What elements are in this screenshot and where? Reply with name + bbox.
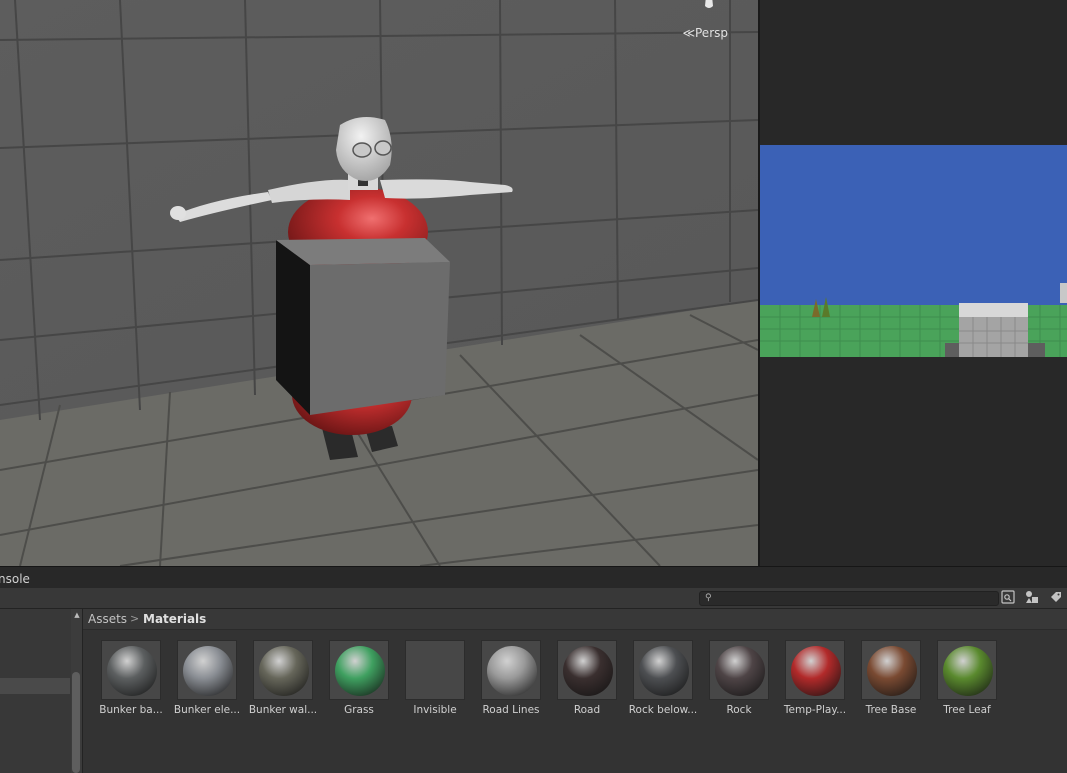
material-preview-sphere (487, 646, 537, 696)
material-preview-sphere (867, 646, 917, 696)
project-toolbar: ⚲ (0, 588, 1067, 609)
material-item[interactable]: Invisible (397, 640, 473, 722)
material-thumbnail[interactable] (861, 640, 921, 700)
material-preview-sphere (943, 646, 993, 696)
material-preview-sphere (107, 646, 157, 696)
material-label: Road Lines (482, 704, 540, 716)
breadcrumb-assets[interactable]: Assets (88, 609, 127, 629)
material-label: Invisible (413, 704, 457, 716)
material-item[interactable]: Road Lines (473, 640, 549, 722)
breadcrumb-materials[interactable]: Materials (143, 609, 206, 629)
material-item[interactable]: Bunker wal... (245, 640, 321, 722)
material-thumbnail[interactable] (937, 640, 997, 700)
material-label: Grass (344, 704, 374, 716)
material-item[interactable]: Tree Leaf (929, 640, 1005, 722)
material-thumbnail[interactable] (177, 640, 237, 700)
folder-tree-scroll-thumb[interactable] (72, 672, 80, 773)
scene-viewport[interactable] (0, 0, 758, 566)
material-label: Tree Leaf (943, 704, 991, 716)
material-item[interactable]: Rock below... (625, 640, 701, 722)
scene-view[interactable]: ≪Persp (0, 0, 758, 566)
scroll-up-arrow-icon[interactable]: ▲ (72, 611, 82, 619)
game-view[interactable] (760, 145, 1067, 357)
material-item[interactable]: Bunker ba... (93, 640, 169, 722)
material-item[interactable]: Tree Base (853, 640, 929, 722)
material-thumbnail[interactable] (709, 640, 769, 700)
material-thumbnail[interactable] (557, 640, 617, 700)
search-input[interactable]: ⚲ (699, 591, 999, 606)
material-preview-sphere (715, 646, 765, 696)
material-thumbnail[interactable] (101, 640, 161, 700)
breadcrumb: Assets > Materials (83, 609, 1067, 630)
cube-front-face (310, 262, 450, 415)
dock-tab-bar: nsole (0, 566, 1067, 589)
material-preview-sphere (183, 646, 233, 696)
orientation-gizmo-icon[interactable] (704, 0, 714, 12)
asset-browser[interactable]: Assets > Materials Bunker ba... Bunker el… (83, 609, 1067, 773)
material-item[interactable]: Rock (701, 640, 777, 722)
material-preview-sphere (791, 646, 841, 696)
material-item[interactable]: Temp-Play... (777, 640, 853, 722)
game-render (760, 145, 1067, 357)
filter-by-label-icon[interactable] (1024, 590, 1040, 606)
breadcrumb-separator: > (130, 612, 140, 625)
game-panel (760, 0, 1067, 566)
material-thumbnail[interactable] (253, 640, 313, 700)
material-label: Bunker ba... (99, 704, 163, 716)
tag-icon[interactable] (1048, 590, 1064, 606)
material-label: Bunker wal... (248, 704, 318, 716)
search-by-type-icon[interactable] (1000, 590, 1016, 606)
project-folder-tree[interactable]: ▲ (0, 609, 83, 773)
material-item[interactable]: Grass (321, 640, 397, 722)
material-item[interactable]: Bunker ele... (169, 640, 245, 722)
material-label: Rock below... (628, 704, 698, 716)
material-preview-sphere (335, 646, 385, 696)
material-preview-sphere (259, 646, 309, 696)
material-thumbnail[interactable] (329, 640, 389, 700)
material-preview-sphere (563, 646, 613, 696)
material-item[interactable]: Road (549, 640, 625, 722)
material-thumbnail[interactable] (633, 640, 693, 700)
material-label: Temp-Play... (783, 704, 847, 716)
project-window: nsole ⚲ ▲ Assets > Materials Bunker ba..… (0, 566, 1067, 773)
folder-tree-selected-row[interactable] (0, 678, 70, 694)
search-icon: ⚲ (705, 593, 712, 603)
material-preview-sphere (639, 646, 689, 696)
material-thumbnail[interactable] (785, 640, 845, 700)
projection-label[interactable]: ≪Persp (682, 26, 728, 40)
material-label: Road (573, 704, 601, 716)
material-thumbnail[interactable] (481, 640, 541, 700)
material-thumbnail[interactable] (405, 640, 465, 700)
tab-console[interactable]: nsole (0, 572, 30, 586)
material-label: Rock (726, 704, 752, 716)
material-label: Tree Base (865, 704, 917, 716)
perspective-chevron-icon: ≪ (682, 26, 695, 40)
material-label: Bunker ele... (173, 704, 241, 716)
